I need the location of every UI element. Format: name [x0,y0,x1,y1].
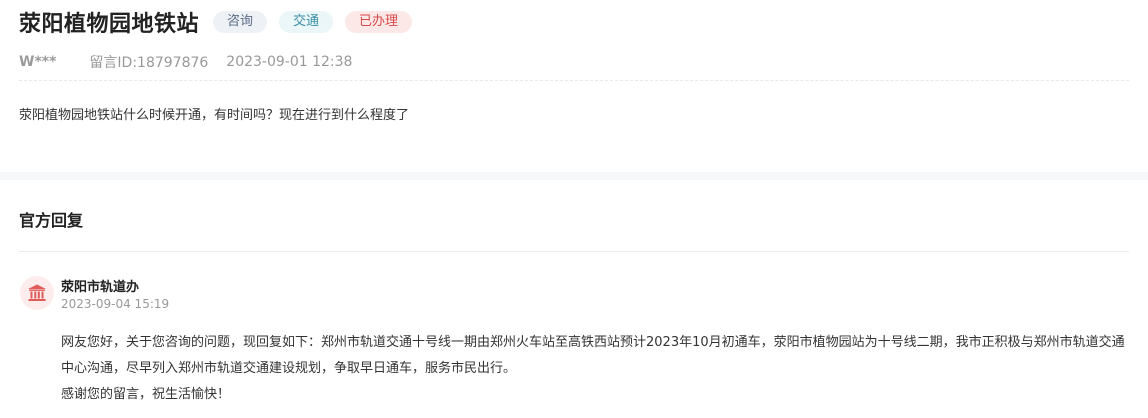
question-content: 荥阳植物园地铁站什么时候开通，有时间吗？现在进行到什么程度了 [19,108,410,123]
message-detail-page: 荥阳植物园地铁站 咨询 交通 已办理 W*** 留言ID:18797876 20… [0,0,1148,418]
author-name: W*** [19,54,57,70]
question-meta: W*** 留言ID:18797876 2023-09-01 12:38 [19,51,352,73]
tag-traffic: 交通 [279,11,334,33]
status-badge: 已办理 [345,11,413,33]
reply-heading: 官方回复 [19,211,84,230]
department-name: 荥阳市轨道办 [61,280,140,295]
reply-content: 网友您好，关于您咨询的问题，现回复如下：郑州市轨道交通十号线一期由郑州火车站至高… [61,330,1136,408]
divider [19,251,1129,252]
avatar [20,276,54,310]
reply-datetime: 2023-09-04 15:19 [61,297,170,311]
official-reply-section: 官方回复 荥阳市轨道办 2023-09-04 15:19 网友您好，关于您咨询的… [0,180,1148,418]
section-separator [0,172,1148,180]
message-id: 留言ID:18797876 [89,55,209,71]
reply-paragraph: 网友您好，关于您咨询的问题，现回复如下：郑州市轨道交通十号线一期由郑州火车站至高… [61,335,1125,376]
tag-consult: 咨询 [213,11,268,33]
divider [19,80,1129,81]
reply-closing: 感谢您的留言，祝生活愉快！ [61,387,231,402]
question-card: 荥阳植物园地铁站 咨询 交通 已办理 W*** 留言ID:18797876 20… [0,0,1148,172]
government-building-icon [28,284,46,301]
question-datetime: 2023-09-01 12:38 [226,54,353,70]
title-row: 荥阳植物园地铁站 咨询 交通 已办理 [19,5,424,39]
page-title: 荥阳植物园地铁站 [19,12,200,37]
